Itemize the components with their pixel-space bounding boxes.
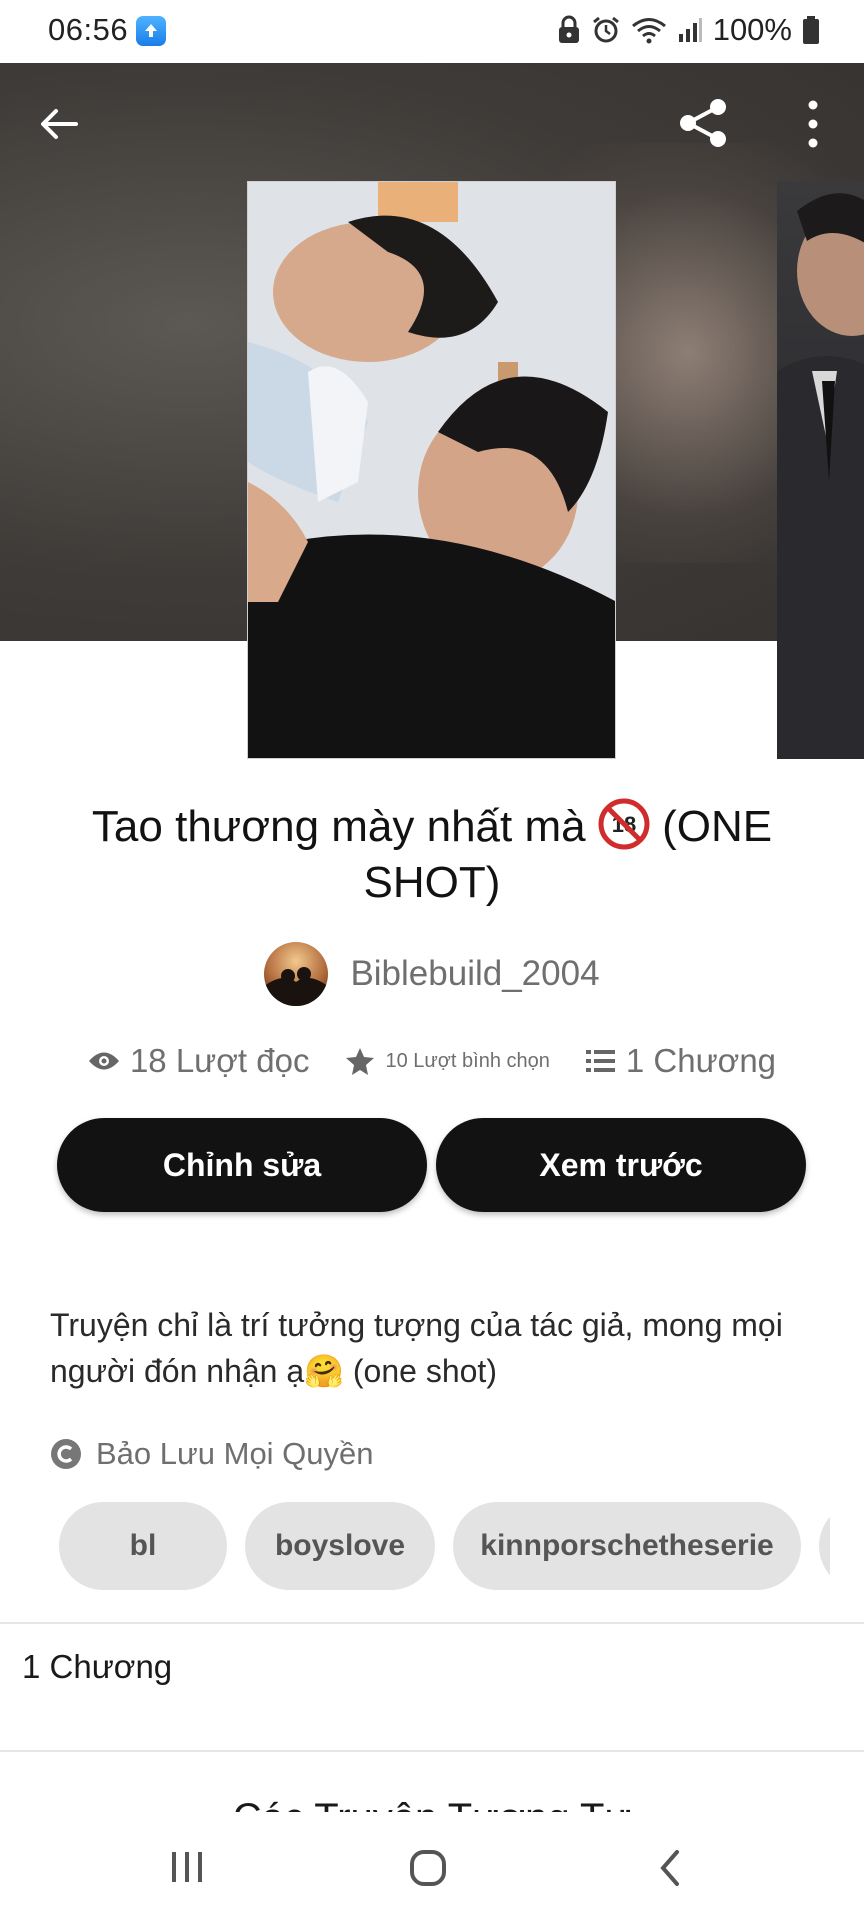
- no-under-18-icon: 18: [598, 798, 650, 850]
- app-notification-icon: [136, 16, 166, 46]
- copyright-icon: [51, 1439, 81, 1469]
- votes-stat: 10 Lượt bình chọn: [345, 1046, 550, 1076]
- tag-chip[interactable]: [819, 1502, 830, 1590]
- tag-list[interactable]: bl boyslove kinnporschetheserie: [0, 1502, 830, 1590]
- edit-button[interactable]: Chỉnh sửa: [57, 1118, 427, 1212]
- tag-chip[interactable]: bl: [59, 1502, 227, 1590]
- system-navigation-bar: [0, 1812, 864, 1920]
- description-line: Truyện chỉ là trí tưởng tượng của tác gi…: [50, 1307, 783, 1343]
- tag-chip[interactable]: kinnporschetheserie: [453, 1502, 801, 1590]
- reads-count: 18 Lượt đọc: [129, 1042, 310, 1079]
- next-story-cover-image[interactable]: [777, 181, 864, 759]
- wifi-icon: [631, 18, 666, 44]
- story-description: Truyện chỉ là trí tưởng tượng của tác gi…: [50, 1302, 810, 1394]
- alarm-icon: [592, 16, 619, 43]
- battery-percent: 100%: [712, 12, 792, 47]
- author-row[interactable]: Biblebuild_2004: [0, 942, 864, 1006]
- chapters-section-label[interactable]: 1 Chương: [22, 1648, 172, 1686]
- story-cover-image[interactable]: [247, 181, 616, 759]
- status-icons: 100%: [557, 12, 820, 48]
- preview-button[interactable]: Xem trước: [436, 1118, 806, 1212]
- battery-icon: [803, 16, 819, 44]
- eye-icon: [88, 1052, 119, 1070]
- recent-apps-icon[interactable]: [170, 1850, 204, 1884]
- chapters-stat: 1 Chương: [585, 1042, 777, 1080]
- signal-icon: [678, 18, 702, 42]
- list-icon: [585, 1050, 615, 1072]
- share-icon[interactable]: [676, 95, 732, 151]
- home-icon[interactable]: [408, 1848, 448, 1888]
- status-bar: 06:56 100%: [0, 0, 864, 63]
- nav-back-icon[interactable]: [655, 1848, 685, 1888]
- status-time: 06:56: [48, 12, 129, 47]
- author-avatar[interactable]: [264, 942, 329, 1006]
- more-vertical-icon[interactable]: [798, 97, 828, 151]
- hugging-face-emoji: 🤗: [304, 1353, 344, 1389]
- copyright-text: Bảo Lưu Mọi Quyền: [96, 1436, 374, 1471]
- lock-icon: [558, 15, 579, 43]
- tag-chip[interactable]: boyslove: [245, 1502, 435, 1590]
- story-title: Tao thương mày nhất mà 18 (ONE SHOT): [60, 798, 804, 911]
- star-icon: [346, 1048, 375, 1075]
- reads-stat: 18 Lượt đọc: [88, 1042, 310, 1080]
- author-name[interactable]: Biblebuild_2004: [350, 954, 599, 994]
- story-stats: 18 Lượt đọc 10 Lượt bình chọn 1 Chương: [0, 1042, 864, 1080]
- story-title-text: Tao thương mày nhất mà: [91, 802, 586, 851]
- votes-count: 10 Lượt bình chọn: [385, 1049, 550, 1072]
- chapters-count-stat: 1 Chương: [625, 1042, 777, 1079]
- divider: [0, 1622, 864, 1624]
- back-arrow-icon[interactable]: [34, 99, 84, 149]
- copyright-row: Bảo Lưu Mọi Quyền: [50, 1436, 374, 1472]
- divider: [0, 1750, 864, 1752]
- description-line: người đón nhận ạ🤗 (one shot): [50, 1353, 497, 1389]
